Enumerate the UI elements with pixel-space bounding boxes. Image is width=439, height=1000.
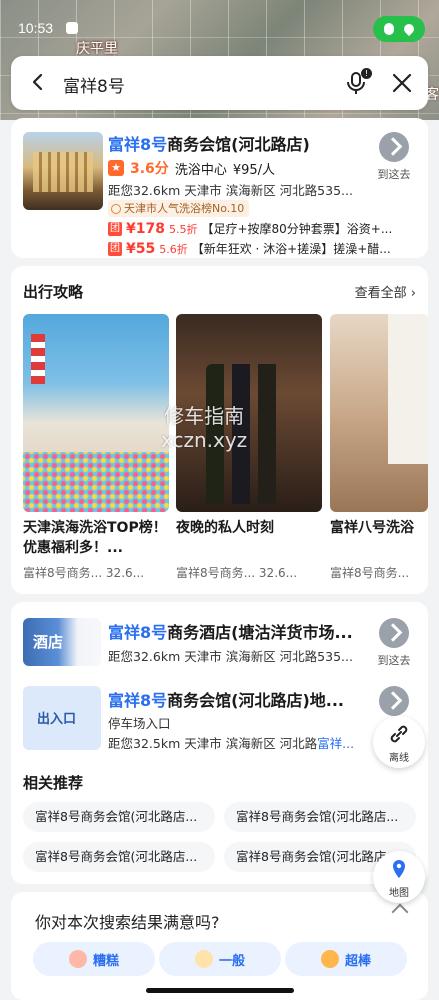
guide-image (23, 314, 169, 512)
guide-card[interactable]: 夜晚的私人时刻 富祥8号商务... 32.6... (176, 314, 322, 581)
recording-status-pill[interactable] (373, 16, 425, 42)
search-input[interactable]: 富祥8号 (63, 72, 125, 97)
deal-price: ¥55 (126, 240, 156, 257)
location-active-icon (401, 21, 417, 37)
feedback-card: 你对本次搜索结果满意吗? 糟糕 一般 超棒 (11, 892, 428, 1000)
result-thumbnail[interactable]: 出入口 (23, 686, 101, 750)
see-all-link[interactable]: 查看全部 › (355, 282, 416, 301)
distance-address: 距您32.6km 天津市 滨海新区 河北路535... (108, 183, 353, 198)
guide-card[interactable]: 天津滨海洗浴TOP榜！优惠福利多！... 富祥8号商务... 32.6... (23, 314, 169, 581)
collapse-icon[interactable] (391, 903, 409, 921)
guide-title: 天津滨海洗浴TOP榜！优惠福利多！... (23, 520, 167, 556)
guide-card[interactable]: 富祥八号洗浴 富祥8号商务... (330, 314, 428, 581)
map-pin-icon (393, 860, 405, 878)
offline-button[interactable]: 离线 (373, 716, 425, 768)
hotel-title[interactable]: 富祥8号商务会馆(河北路店) (108, 131, 310, 155)
status-bar: 10:53 (0, 0, 439, 54)
map-label: 地图 (389, 888, 409, 899)
navigate-arrow-icon (379, 686, 409, 716)
navigate-button[interactable] (372, 686, 416, 716)
travel-guides-section: 出行攻略 查看全部 › 天津滨海洗浴TOP榜！优惠福利多！... 富祥8号商务.… (11, 266, 428, 594)
result-meta: 距您32.6km 天津市 滨海新区 河北路535... (108, 649, 353, 664)
map-button[interactable]: 地图 (373, 851, 425, 903)
result-title[interactable]: 富祥8号商务酒店(塘沽洋货市场... (108, 619, 353, 643)
deal-discount: 5.6折 (159, 242, 188, 256)
group-buy-badge: 团 (108, 241, 122, 256)
neutral-face-icon (194, 950, 213, 968)
app-notification-icon (66, 22, 78, 34)
related-chip[interactable]: 富祥8号商务会馆(河北路店... (23, 842, 215, 872)
feedback-ok-button[interactable]: 一般 (159, 942, 281, 976)
search-bar: 富祥8号 ! (11, 56, 428, 110)
close-icon[interactable] (391, 72, 413, 94)
navigate-arrow-icon (379, 618, 409, 648)
navigate-label: 到这去 (377, 168, 411, 181)
back-arrow-icon[interactable] (29, 73, 47, 91)
deal-row[interactable]: 团 ¥55 5.6折 【新年狂欢 · 沐浴+搓澡】搓澡+醋... (108, 240, 391, 257)
result-thumbnail[interactable]: 酒店 (23, 618, 101, 666)
happy-face-icon (320, 950, 339, 968)
guide-title: 富祥八号洗浴 (330, 520, 414, 536)
link-icon (390, 725, 408, 743)
home-indicator[interactable] (146, 988, 294, 993)
navigate-button[interactable]: 到这去 (372, 132, 416, 182)
feedback-question: 你对本次搜索结果满意吗? (35, 913, 220, 932)
guide-meta: 富祥8号商务... (330, 566, 410, 580)
related-title: 相关推荐 (23, 774, 84, 792)
offline-label: 离线 (389, 753, 409, 764)
rank-tag[interactable]: 天津市人气洗浴榜No.10 (108, 200, 250, 217)
deal-row[interactable]: 团 ¥178 5.5折 【足疗+按摩80分钟套票】浴资+... (108, 220, 392, 237)
deal-description: 【新年狂欢 · 沐浴+搓澡】搓澡+醋... (191, 242, 391, 256)
mic-active-icon (384, 23, 394, 35)
sad-face-icon (68, 950, 87, 968)
feedback-great-button[interactable]: 超棒 (285, 942, 407, 976)
deal-description: 【足疗+按摩80分钟套票】浴资+... (201, 222, 393, 236)
hotel-result-card[interactable]: 富祥8号商务会馆(河北路店) ★ 3.6分 洗浴中心 ¥95/人 距您32.6k… (11, 118, 428, 258)
more-results-section: 酒店 富祥8号商务酒店(塘沽洋货市场... 距您32.6km 天津市 滨海新区 … (11, 602, 428, 884)
category-label: 洗浴中心 (174, 162, 227, 178)
group-buy-badge: 团 (108, 221, 122, 236)
feedback-bad-button[interactable]: 糟糕 (33, 942, 155, 976)
section-title: 出行攻略 (23, 283, 84, 301)
related-chip[interactable]: 富祥8号商务会馆(河北路店... (224, 802, 416, 832)
guide-image (176, 314, 322, 512)
result-meta: 距您32.5km 天津市 滨海新区 河北路富祥... (108, 736, 355, 751)
guide-image (330, 314, 428, 512)
rank-icon (111, 203, 121, 214)
avg-price: ¥95/人 (232, 162, 276, 178)
result-subtitle: 停车场入口 (108, 716, 171, 731)
navigate-button[interactable]: 到这去 (372, 618, 416, 668)
guide-meta: 富祥8号商务... 32.6... (23, 566, 145, 580)
rating-badge-icon: ★ (108, 160, 124, 176)
result-title[interactable]: 富祥8号商务会馆(河北路店)地... (108, 687, 344, 711)
rating-score: 3.6分 (130, 161, 169, 177)
deal-price: ¥178 (126, 220, 165, 237)
chevron-right-icon: › (410, 286, 416, 301)
voice-badge-icon: ! (361, 68, 372, 79)
deal-discount: 5.5折 (168, 222, 198, 236)
guide-title: 夜晚的私人时刻 (176, 520, 274, 536)
guide-meta: 富祥8号商务... 32.6... (176, 566, 298, 580)
navigate-arrow-icon (379, 132, 409, 162)
status-time: 10:53 (18, 20, 54, 36)
related-chip[interactable]: 富祥8号商务会馆(河北路店... (23, 802, 215, 832)
rating-row: ★ 3.6分 洗浴中心 ¥95/人 (108, 158, 275, 178)
navigate-label: 到这去 (377, 654, 411, 667)
hotel-thumbnail[interactable] (23, 132, 103, 210)
